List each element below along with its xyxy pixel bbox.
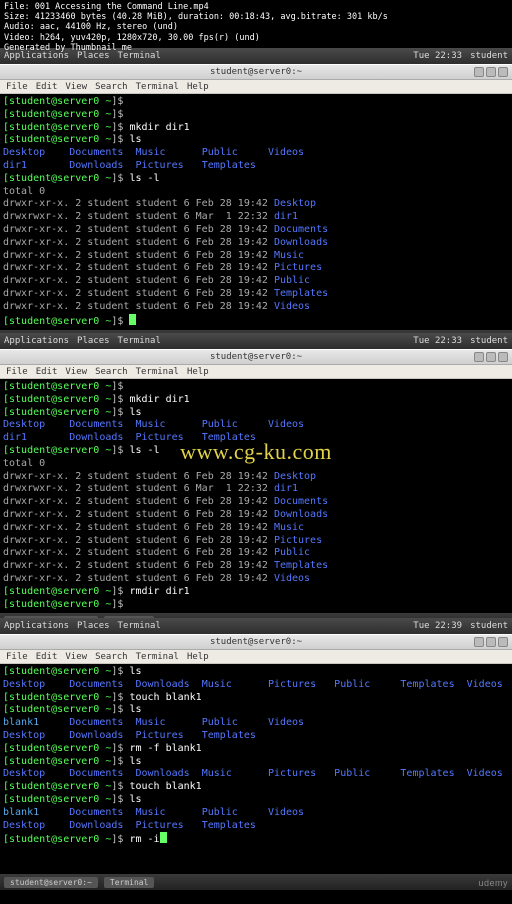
menu-help[interactable]: Help: [187, 82, 209, 92]
udemy-brand: udemy: [478, 878, 508, 888]
maximize-button[interactable]: [486, 637, 496, 647]
menu-help[interactable]: Help: [187, 652, 209, 662]
meta-video: Video: h264, yuv420p, 1280x720, 30.00 fp…: [4, 33, 388, 43]
menu-terminal[interactable]: Terminal: [136, 82, 179, 92]
screenshot-panel-2: Applications Places Terminal Tue 22:33 s…: [0, 333, 512, 629]
clock: Tue 22:33: [413, 336, 462, 346]
places-menu[interactable]: Places: [77, 336, 110, 346]
maximize-button[interactable]: [486, 352, 496, 362]
menu-file[interactable]: File: [6, 367, 28, 377]
terminal-menubar: File Edit View Search Terminal Help: [0, 80, 512, 94]
menu-search[interactable]: Search: [95, 367, 128, 377]
terminal-menubar: File Edit View Search Terminal Help: [0, 650, 512, 664]
meta-audio: Audio: aac, 44100 Hz, stereo (und): [4, 22, 388, 32]
gnome-top-bar: Applications Places Terminal Tue 22:33 s…: [0, 333, 512, 349]
meta-size: Size: 41233460 bytes (40.28 MiB), durati…: [4, 12, 388, 22]
close-button[interactable]: [498, 352, 508, 362]
watermark: www.cg-ku.com: [180, 439, 332, 465]
video-metadata: File: 001 Accessing the Command Line.mp4…: [4, 2, 388, 53]
task-tab-terminal[interactable]: Terminal: [104, 877, 155, 888]
terminal-menu[interactable]: Terminal: [118, 336, 161, 346]
window-title: student@server0:~: [210, 637, 302, 647]
menu-search[interactable]: Search: [95, 652, 128, 662]
places-menu[interactable]: Places: [77, 621, 110, 631]
meta-file: File: 001 Accessing the Command Line.mp4: [4, 2, 388, 12]
menu-terminal[interactable]: Terminal: [136, 652, 179, 662]
gnome-top-bar: Applications Places Terminal Tue 22:39 s…: [0, 618, 512, 634]
screenshot-panel-1: Applications Places Terminal Tue 22:33 s…: [0, 48, 512, 346]
menu-file[interactable]: File: [6, 82, 28, 92]
apps-menu[interactable]: Applications: [4, 336, 69, 346]
gnome-taskbar: student@server0:~ Terminal: [0, 874, 512, 890]
menu-search[interactable]: Search: [95, 82, 128, 92]
menu-edit[interactable]: Edit: [36, 652, 58, 662]
close-button[interactable]: [498, 637, 508, 647]
user-indicator[interactable]: student: [470, 51, 508, 61]
terminal-output-1[interactable]: [student@server0 ~]$ [student@server0 ~]…: [0, 94, 512, 330]
screenshot-panel-3: Applications Places Terminal Tue 22:39 s…: [0, 618, 512, 890]
close-button[interactable]: [498, 67, 508, 77]
menu-edit[interactable]: Edit: [36, 367, 58, 377]
window-titlebar: student@server0:~: [0, 634, 512, 650]
terminal-menubar: File Edit View Search Terminal Help: [0, 365, 512, 379]
window-title: student@server0:~: [210, 352, 302, 362]
terminal-menu[interactable]: Terminal: [118, 621, 161, 631]
user-indicator[interactable]: student: [470, 336, 508, 346]
clock: Tue 22:33: [413, 51, 462, 61]
menu-edit[interactable]: Edit: [36, 82, 58, 92]
meta-gen: Generated by Thumbnail me: [4, 43, 388, 53]
terminal-output-2[interactable]: [student@server0 ~]$ [student@server0 ~]…: [0, 379, 512, 613]
maximize-button[interactable]: [486, 67, 496, 77]
menu-view[interactable]: View: [65, 82, 87, 92]
window-titlebar: student@server0:~: [0, 349, 512, 365]
window-title: student@server0:~: [210, 67, 302, 77]
minimize-button[interactable]: [474, 352, 484, 362]
menu-view[interactable]: View: [65, 367, 87, 377]
clock: Tue 22:39: [413, 621, 462, 631]
menu-file[interactable]: File: [6, 652, 28, 662]
minimize-button[interactable]: [474, 67, 484, 77]
task-tab[interactable]: student@server0:~: [4, 877, 98, 888]
apps-menu[interactable]: Applications: [4, 621, 69, 631]
terminal-output-3[interactable]: [student@server0 ~]$ ls Desktop Document…: [0, 664, 512, 874]
menu-view[interactable]: View: [65, 652, 87, 662]
user-indicator[interactable]: student: [470, 621, 508, 631]
menu-help[interactable]: Help: [187, 367, 209, 377]
minimize-button[interactable]: [474, 637, 484, 647]
window-titlebar: student@server0:~: [0, 64, 512, 80]
menu-terminal[interactable]: Terminal: [136, 367, 179, 377]
